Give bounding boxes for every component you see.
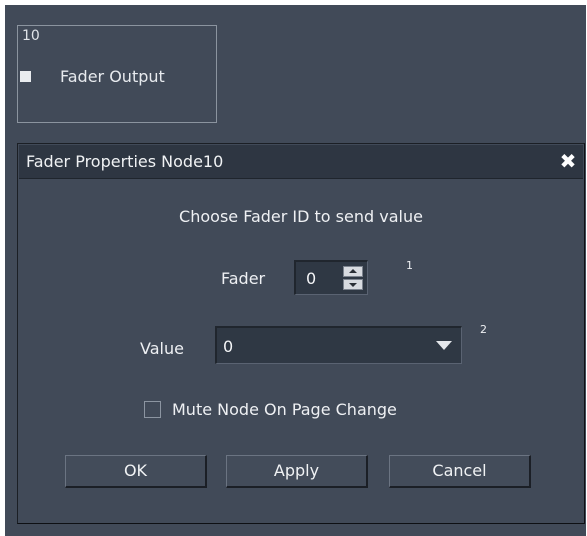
fader-properties-dialog: Fader Properties Node10 ✖ Choose Fader I… bbox=[17, 143, 585, 524]
ok-button[interactable]: OK bbox=[65, 455, 207, 488]
node-id: 10 bbox=[22, 28, 40, 44]
dialog-title-bar[interactable]: Fader Properties Node10 ✖ bbox=[19, 145, 583, 179]
dialog-title: Fader Properties Node10 bbox=[26, 152, 224, 171]
fader-output-node[interactable]: 10 Fader Output bbox=[17, 25, 217, 123]
node-label: Fader Output bbox=[60, 67, 165, 86]
mute-node-checkbox-label[interactable]: Mute Node On Page Change bbox=[172, 400, 397, 419]
chevron-down-icon[interactable] bbox=[430, 331, 458, 359]
close-button[interactable]: ✖ bbox=[559, 151, 577, 171]
fader-label: Fader bbox=[221, 269, 266, 288]
value-hint-number: 2 bbox=[480, 323, 487, 336]
value-dropdown-selected: 0 bbox=[223, 337, 234, 356]
spin-down-button[interactable] bbox=[343, 279, 363, 290]
value-label: Value bbox=[140, 339, 184, 358]
node-input-port[interactable] bbox=[20, 71, 31, 82]
spin-up-button[interactable] bbox=[343, 266, 363, 277]
mute-node-checkbox[interactable] bbox=[144, 401, 161, 418]
apply-button[interactable]: Apply bbox=[226, 455, 368, 488]
cancel-button[interactable]: Cancel bbox=[389, 455, 531, 488]
instruction-text: Choose Fader ID to send value bbox=[179, 207, 423, 226]
fader-id-value[interactable]: 0 bbox=[306, 269, 316, 288]
workspace-canvas[interactable]: 10 Fader Output Fader Properties Node10 … bbox=[5, 5, 586, 536]
value-dropdown[interactable]: 0 bbox=[215, 326, 462, 364]
fader-hint-number: 1 bbox=[406, 259, 413, 272]
fader-id-spinbox[interactable]: 0 bbox=[294, 260, 368, 295]
